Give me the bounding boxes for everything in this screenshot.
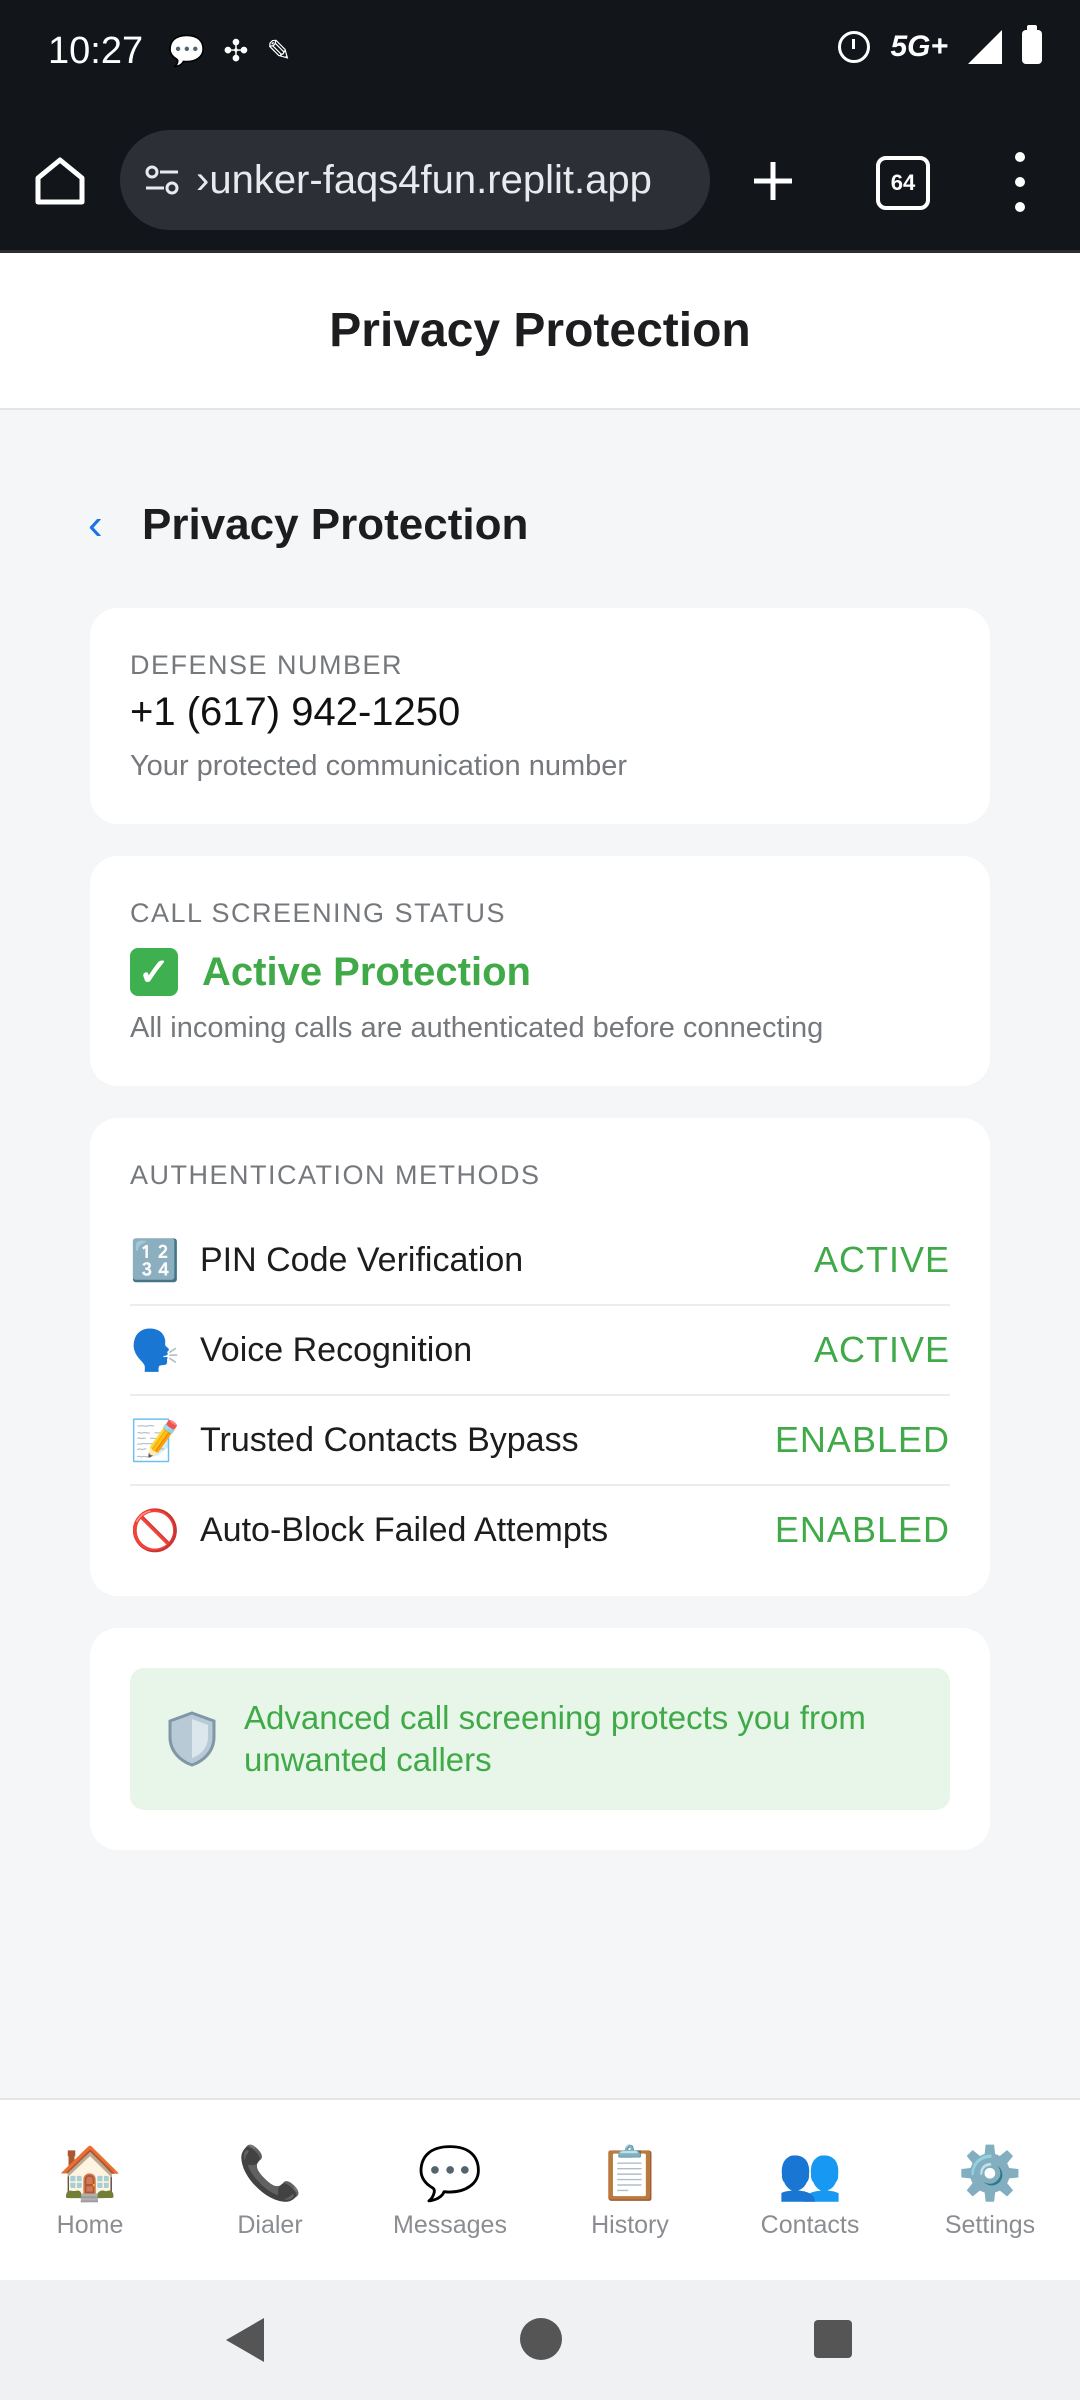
nav-item-messages[interactable]: 💬 Messages <box>360 2100 540 2282</box>
system-navigation-bar <box>0 2280 1080 2400</box>
system-icons: 5G+ <box>838 25 1042 64</box>
nav-item-home[interactable]: 🏠 Home <box>0 2100 180 2282</box>
check-mark-icon: ✓ <box>130 948 178 996</box>
house-icon: 🏠 <box>57 2144 123 2203</box>
method-status: ACTIVE <box>813 1329 950 1370</box>
page-title-row: ‹ Privacy Protection <box>88 500 528 550</box>
prohibited-icon: 🚫 <box>130 1508 180 1553</box>
url-text: ›unker-faqs4fun.replit.app <box>196 157 652 202</box>
method-row-voice[interactable]: 🗣️ Voice Recognition ACTIVE <box>130 1306 950 1396</box>
memo-icon: 📝 <box>130 1418 180 1463</box>
overflow-menu-icon[interactable] <box>1010 152 1030 212</box>
nav-item-history[interactable]: 📋 History <box>540 2100 720 2282</box>
back-triangle-icon[interactable] <box>226 2318 264 2362</box>
alarm-icon <box>838 31 871 63</box>
browser-toolbar: ›unker-faqs4fun.replit.app 64 <box>0 112 1080 253</box>
nav-label: History <box>591 2210 669 2239</box>
authentication-methods-label: AUTHENTICATION METHODS <box>130 1160 541 1190</box>
tab-switcher-button[interactable]: 64 <box>876 156 930 210</box>
gear-icon: ⚙️ <box>957 2144 1023 2203</box>
nav-label: Home <box>56 2210 124 2239</box>
feather-icon: ✎ <box>266 35 292 68</box>
method-label: Voice Recognition <box>200 1330 473 1369</box>
screening-status-row: ✓ Active Protection <box>130 948 531 996</box>
method-status: ENABLED <box>774 1509 950 1550</box>
clipboard-icon: 📋 <box>597 2144 663 2203</box>
method-row-auto-block[interactable]: 🚫 Auto-Block Failed Attempts ENABLED <box>130 1486 950 1574</box>
chat-bubble-icon: 💬 <box>168 35 206 68</box>
defense-number-card: DEFENSE NUMBER +1 (617) 942-1250 Your pr… <box>90 608 990 824</box>
new-tab-icon[interactable] <box>748 156 798 206</box>
call-screening-card: CALL SCREENING STATUS ✓ Active Protectio… <box>90 856 990 1086</box>
method-row-trusted-contacts[interactable]: 📝 Trusted Contacts Bypass ENABLED <box>130 1396 950 1486</box>
back-chevron-icon[interactable]: ‹ <box>88 500 136 550</box>
method-row-pin[interactable]: 🔢 PIN Code Verification ACTIVE <box>130 1216 950 1306</box>
info-banner: Advanced call screening protects you fro… <box>130 1668 950 1810</box>
nav-label: Messages <box>393 2210 507 2239</box>
header-title: Privacy Protection <box>329 304 751 357</box>
defense-number-description: Your protected communication number <box>130 750 628 782</box>
people-icon: 👥 <box>777 2144 843 2203</box>
method-label: PIN Code Verification <box>200 1240 524 1279</box>
nav-label: Contacts <box>760 2210 860 2239</box>
nav-item-contacts[interactable]: 👥 Contacts <box>720 2100 900 2282</box>
phone-icon: 📞 <box>237 2144 303 2203</box>
status-bar: 10:27 💬 ✣ ✎ 5G+ <box>0 0 1080 112</box>
speech-bubble-icon: 💬 <box>417 2144 483 2203</box>
shield-icon <box>168 1711 216 1767</box>
screening-status: Active Protection <box>202 949 531 994</box>
nav-item-dialer[interactable]: 📞 Dialer <box>180 2100 360 2282</box>
defense-number: +1 (617) 942-1250 <box>130 690 461 734</box>
nav-label: Dialer <box>237 2210 303 2239</box>
home-circle-icon[interactable] <box>520 2318 562 2360</box>
app-header: Privacy Protection <box>0 253 1080 410</box>
status-time: 10:27 <box>48 30 144 72</box>
method-label: Trusted Contacts Bypass <box>200 1420 579 1459</box>
method-status: ENABLED <box>774 1419 950 1460</box>
network-indicator: 5G+ <box>890 30 948 63</box>
recents-square-icon[interactable] <box>814 2320 852 2358</box>
info-card: Advanced call screening protects you fro… <box>90 1628 990 1850</box>
home-icon[interactable] <box>32 152 88 208</box>
signal-icon <box>968 30 1002 64</box>
battery-icon <box>1022 25 1042 64</box>
page-title: Privacy Protection <box>142 500 529 549</box>
screening-description: All incoming calls are authenticated bef… <box>130 1012 824 1044</box>
bottom-navigation: 🏠 Home 📞 Dialer 💬 Messages 📋 History 👥 C… <box>0 2098 1080 2282</box>
method-status: ACTIVE <box>813 1239 950 1280</box>
game-controller-icon: ✣ <box>223 35 249 68</box>
address-bar[interactable]: ›unker-faqs4fun.replit.app <box>120 130 710 230</box>
methods-list: 🔢 PIN Code Verification ACTIVE 🗣️ Voice … <box>130 1216 950 1574</box>
nav-label: Settings <box>944 2210 1036 2239</box>
info-text: Advanced call screening protects you fro… <box>244 1699 866 1778</box>
nav-item-settings[interactable]: ⚙️ Settings <box>900 2100 1080 2282</box>
speaking-head-icon: 🗣️ <box>130 1328 180 1373</box>
notification-icons: 💬 ✣ ✎ <box>168 34 292 69</box>
call-screening-label: CALL SCREENING STATUS <box>130 898 507 928</box>
method-label: Auto-Block Failed Attempts <box>200 1510 609 1549</box>
site-settings-icon[interactable] <box>140 158 184 202</box>
number-keypad-icon: 🔢 <box>130 1238 180 1283</box>
authentication-methods-card: AUTHENTICATION METHODS 🔢 PIN Code Verifi… <box>90 1118 990 1596</box>
defense-number-label: DEFENSE NUMBER <box>130 650 404 680</box>
